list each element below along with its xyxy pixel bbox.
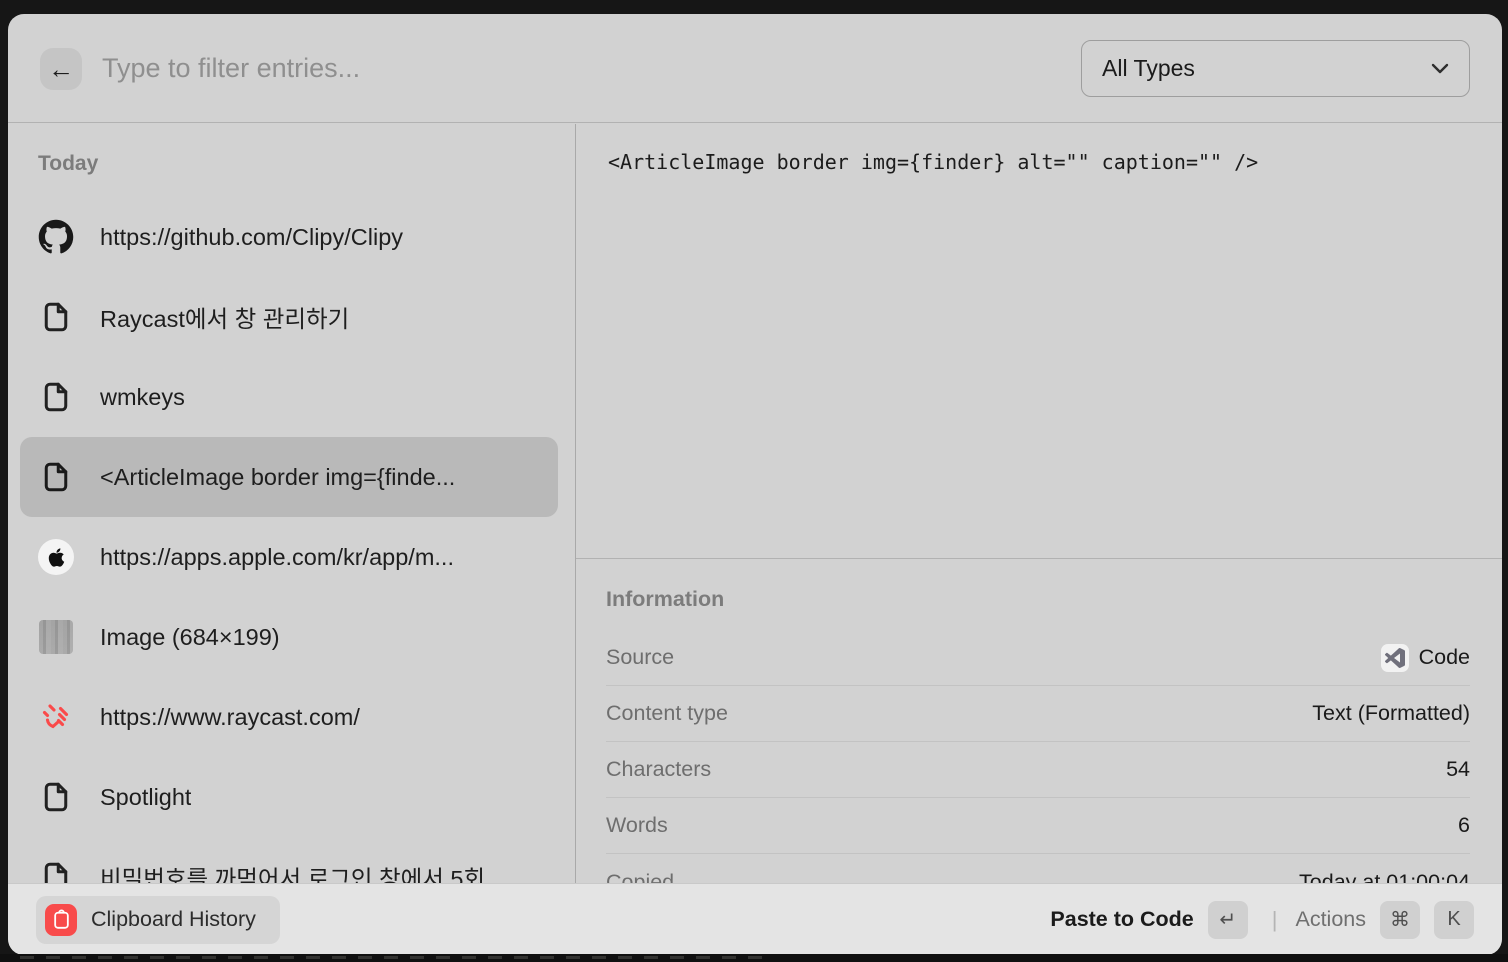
information-section: Information Source Code Content type Tex… <box>576 558 1502 883</box>
raycast-icon <box>38 699 74 735</box>
chevron-down-icon <box>1431 63 1449 74</box>
github-icon <box>38 219 74 255</box>
vscode-icon <box>1381 644 1409 672</box>
paste-to-code-button[interactable]: Paste to Code <box>1050 907 1193 932</box>
header: ← Type to filter entries... All Types <box>8 14 1502 123</box>
list-item-label: Spotlight <box>100 784 191 811</box>
list-item-label: https://apps.apple.com/kr/app/m... <box>100 544 454 571</box>
document-icon <box>38 299 74 335</box>
actions-button[interactable]: Actions <box>1295 907 1366 932</box>
document-icon <box>38 779 74 815</box>
list-item[interactable]: wmkeys <box>8 357 575 437</box>
list-item-label: 비밀번호를 까먹어서 로그인 창에서 5회... <box>100 860 505 883</box>
entry-list: https://github.com/Clipy/Clipy Raycast에서… <box>8 197 575 883</box>
app-pill[interactable]: Clipboard History <box>36 896 280 944</box>
list-item[interactable]: Image (684×199) <box>8 597 575 677</box>
clipboard-history-icon <box>45 904 77 936</box>
image-thumbnail-icon <box>38 619 74 655</box>
list-item[interactable]: https://apps.apple.com/kr/app/m... <box>8 517 575 597</box>
document-icon <box>38 459 74 495</box>
footer-separator: | <box>1272 907 1278 933</box>
info-row-words: Words 6 <box>606 798 1470 854</box>
footer-bar: Clipboard History Paste to Code ↵ | Acti… <box>8 883 1502 955</box>
list-item[interactable]: 비밀번호를 까먹어서 로그인 창에서 5회... <box>8 837 575 883</box>
list-item[interactable]: https://www.raycast.com/ <box>8 677 575 757</box>
apple-icon <box>38 539 74 575</box>
list-item-label: https://www.raycast.com/ <box>100 704 360 731</box>
search-input[interactable]: Type to filter entries... <box>102 14 360 123</box>
list-item-selected[interactable]: <ArticleImage border img={finde... <box>20 437 558 517</box>
k-key-icon[interactable]: K <box>1434 901 1474 939</box>
document-icon <box>38 859 74 883</box>
info-row-copied: Copied Today at 01:00:04 <box>606 854 1470 883</box>
info-row-source: Source Code <box>606 630 1470 686</box>
app-label: Clipboard History <box>91 907 256 932</box>
clipboard-history-window: ← Type to filter entries... All Types To… <box>8 14 1502 955</box>
info-row-characters: Characters 54 <box>606 742 1470 798</box>
footer-actions: Paste to Code ↵ | Actions ⌘ K <box>1050 901 1474 939</box>
list-item-label: wmkeys <box>100 384 185 411</box>
detail-panel: <ArticleImage border img={finder} alt=""… <box>576 124 1502 883</box>
back-arrow-icon: ← <box>48 56 74 82</box>
list-item[interactable]: https://github.com/Clipy/Clipy <box>8 197 575 277</box>
back-button[interactable]: ← <box>40 48 82 90</box>
information-title: Information <box>606 587 1502 612</box>
entry-list-panel: Today https://github.com/Clipy/Clipy Ray… <box>8 124 575 883</box>
type-filter-value: All Types <box>1102 55 1195 82</box>
type-filter-dropdown[interactable]: All Types <box>1081 40 1470 97</box>
clipboard-content-preview: <ArticleImage border img={finder} alt=""… <box>608 150 1482 174</box>
list-item[interactable]: Raycast에서 창 관리하기 <box>8 277 575 357</box>
section-title-today: Today <box>38 152 575 176</box>
list-item[interactable]: Spotlight <box>8 757 575 837</box>
return-key-icon[interactable]: ↵ <box>1208 901 1248 939</box>
background-window-sliver <box>0 954 1508 962</box>
body: Today https://github.com/Clipy/Clipy Ray… <box>8 124 1502 883</box>
source-value: Code <box>1381 644 1470 672</box>
document-icon <box>38 379 74 415</box>
list-item-label: <ArticleImage border img={finde... <box>100 464 455 491</box>
list-item-label: Raycast에서 창 관리하기 <box>100 300 349 334</box>
command-key-icon[interactable]: ⌘ <box>1380 901 1420 939</box>
list-item-label: Image (684×199) <box>100 624 280 651</box>
info-row-content-type: Content type Text (Formatted) <box>606 686 1470 742</box>
list-item-label: https://github.com/Clipy/Clipy <box>100 224 403 251</box>
